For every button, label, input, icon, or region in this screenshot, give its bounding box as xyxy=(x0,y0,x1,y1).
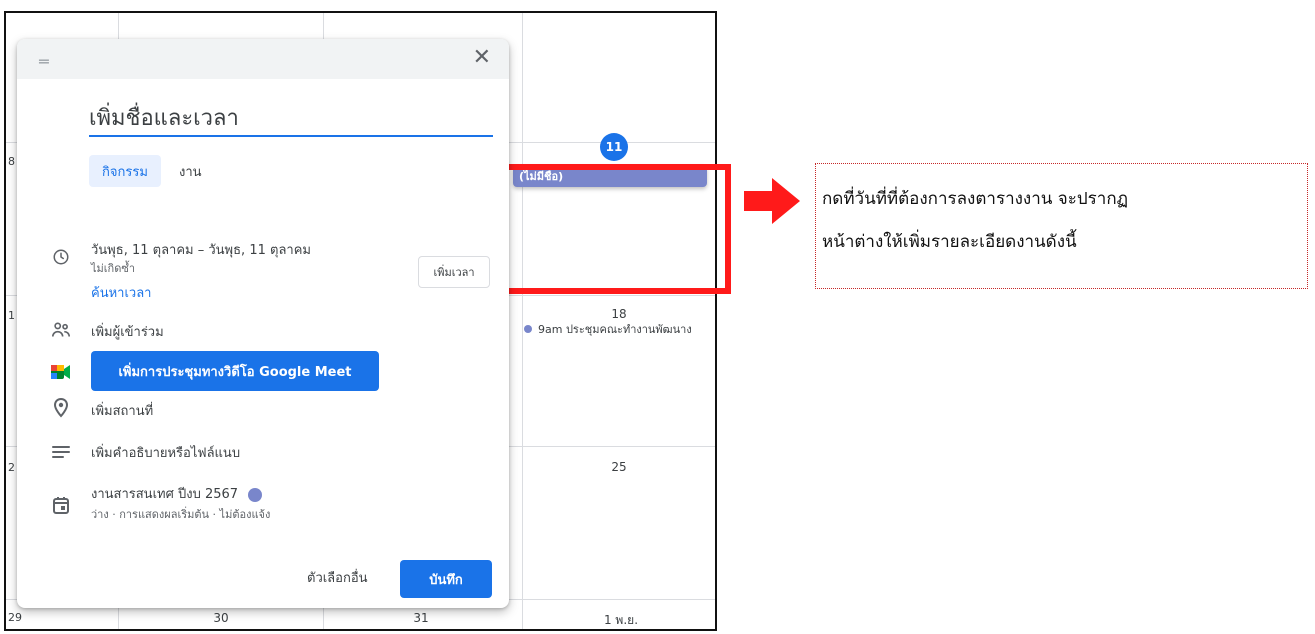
add-description-field[interactable]: เพิ่มคำอธิบายหรือไฟล์แนบ xyxy=(91,442,240,463)
more-options-button[interactable]: ตัวเลือกอื่น xyxy=(307,567,368,588)
save-button[interactable]: บันทึก xyxy=(400,560,492,598)
repeat-setting[interactable]: ไม่เกิดซ้ำ xyxy=(91,259,135,277)
add-google-meet-button[interactable]: เพิ่มการประชุมทางวิดีโอ Google Meet xyxy=(91,351,379,391)
calendar-settings[interactable]: ว่าง · การแสดงผลเริ่มต้น · ไม่ต้องแจ้ง xyxy=(91,505,270,523)
dialog-header[interactable]: ═ ✕ xyxy=(17,39,509,79)
tab-event[interactable]: กิจกรรม xyxy=(89,155,161,187)
close-icon[interactable]: ✕ xyxy=(473,45,491,70)
add-time-button[interactable]: เพิ่มเวลา xyxy=(418,256,490,288)
google-meet-icon xyxy=(50,361,72,383)
drag-handle-icon[interactable]: ═ xyxy=(39,52,49,71)
find-time-link[interactable]: ค้นหาเวลา xyxy=(91,282,151,303)
day-number: 2 xyxy=(8,461,15,474)
event-label: 9am ประชุมคณะทำงานพัฒนาง xyxy=(538,323,692,336)
day-number: 1 xyxy=(8,309,15,322)
instruction-line: หน้าต่างให้เพิ่มรายละเอียดงานดังนี้ xyxy=(822,232,1077,252)
day-number[interactable]: 25 xyxy=(594,460,644,474)
date-range[interactable]: วันพุธ, 11 ตุลาคม – วันพุธ, 11 ตุลาคม xyxy=(91,239,311,260)
event-dialog: ═ ✕ กิจกรรม งาน วันพุธ, 11 ตุลาคม – วันพ… xyxy=(17,39,509,608)
day-number: 8 xyxy=(8,155,15,168)
add-location-field[interactable]: เพิ่มสถานที่ xyxy=(91,400,153,421)
calendar-color-dot xyxy=(248,487,263,502)
add-guests-field[interactable]: เพิ่มผู้เข้าร่วม xyxy=(91,321,164,342)
day-number: 29 xyxy=(8,611,22,624)
day-number[interactable]: 31 xyxy=(396,611,446,625)
arrow-right-icon xyxy=(744,178,800,224)
people-icon xyxy=(50,319,72,341)
location-pin-icon xyxy=(50,397,72,419)
tab-task[interactable]: งาน xyxy=(169,155,212,187)
today-date-badge[interactable]: 11 xyxy=(600,133,628,161)
clock-icon xyxy=(50,246,72,268)
calendar-selector[interactable]: งานสารสนเทศ ปีงบ 2567 xyxy=(91,483,263,504)
calendar-event[interactable]: 9am ประชุมคณะทำงานพัฒนาง xyxy=(524,320,692,338)
highlight-box xyxy=(497,164,731,294)
grid-line xyxy=(522,13,523,629)
calendar-name: งานสารสนเทศ ปีงบ 2567 xyxy=(91,487,239,502)
day-number[interactable]: 30 xyxy=(196,611,246,625)
event-color-dot xyxy=(524,325,532,333)
day-number[interactable]: 18 xyxy=(594,307,644,321)
instruction-line: กดที่วันที่ที่ต้องการลงตารางงาน จะปรากฏ xyxy=(822,189,1129,209)
calendar-icon xyxy=(50,494,72,516)
title-input[interactable] xyxy=(89,101,493,137)
description-icon xyxy=(50,441,72,463)
instruction-annotation: กดที่วันที่ที่ต้องการลงตารางงาน จะปรากฏ … xyxy=(815,163,1308,289)
day-number[interactable]: 1 พ.ย. xyxy=(586,611,656,629)
